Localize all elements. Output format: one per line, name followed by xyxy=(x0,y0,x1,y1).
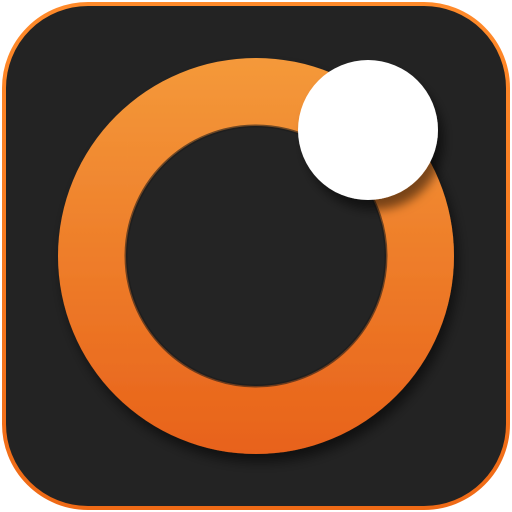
app-icon-graphic xyxy=(2,2,510,510)
white-dot xyxy=(298,60,438,200)
app-icon xyxy=(0,0,512,512)
